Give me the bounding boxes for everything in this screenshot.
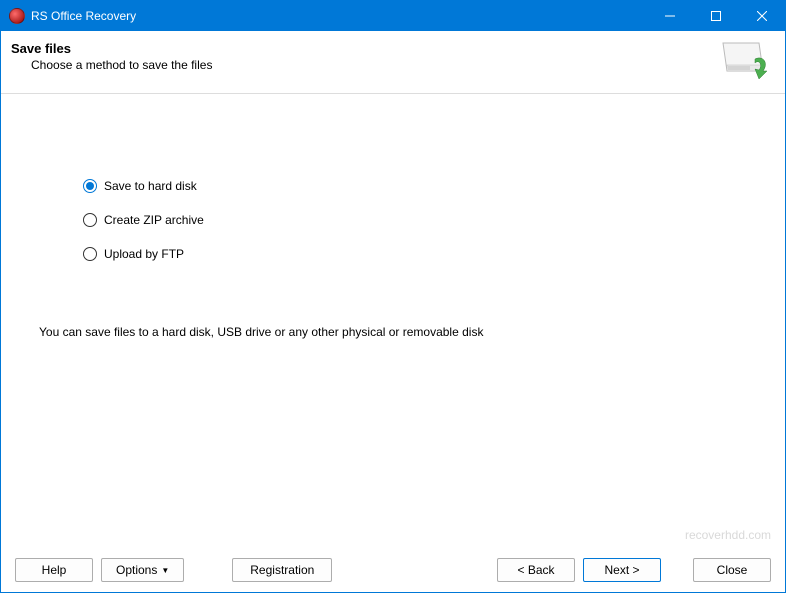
close-icon — [757, 11, 767, 21]
header-disk-icon — [719, 41, 771, 83]
titlebar: RS Office Recovery — [1, 1, 785, 31]
page-title: Save files — [11, 41, 212, 56]
maximize-icon — [711, 11, 721, 21]
watermark-text: recoverhdd.com — [685, 528, 771, 542]
option-label: Create ZIP archive — [104, 213, 204, 227]
dropdown-caret-icon: ▼ — [161, 566, 169, 575]
page-subtitle: Choose a method to save the files — [31, 58, 212, 72]
save-method-options: Save to hard disk Create ZIP archive Upl… — [83, 179, 785, 261]
option-description: You can save files to a hard disk, USB d… — [39, 325, 483, 339]
back-button[interactable]: < Back — [497, 558, 575, 582]
wizard-header-text: Save files Choose a method to save the f… — [11, 41, 212, 72]
button-label: < Back — [517, 563, 554, 577]
button-label: Next > — [604, 563, 639, 577]
option-label: Upload by FTP — [104, 247, 184, 261]
option-save-hard-disk[interactable]: Save to hard disk — [83, 179, 785, 193]
maximize-button[interactable] — [693, 1, 739, 31]
app-icon — [9, 8, 25, 24]
button-label: Registration — [250, 563, 314, 577]
close-window-button[interactable] — [739, 1, 785, 31]
radio-icon — [83, 247, 97, 261]
window-title: RS Office Recovery — [31, 9, 647, 23]
button-label: Close — [717, 563, 748, 577]
wizard-content: Save to hard disk Create ZIP archive Upl… — [1, 94, 785, 548]
button-label: Help — [42, 563, 67, 577]
next-button[interactable]: Next > — [583, 558, 661, 582]
help-button[interactable]: Help — [15, 558, 93, 582]
option-create-zip[interactable]: Create ZIP archive — [83, 213, 785, 227]
wizard-header: Save files Choose a method to save the f… — [1, 31, 785, 94]
options-button[interactable]: Options ▼ — [101, 558, 184, 582]
button-label: Options — [116, 563, 157, 577]
radio-icon — [83, 213, 97, 227]
minimize-button[interactable] — [647, 1, 693, 31]
window-controls — [647, 1, 785, 31]
wizard-footer: Help Options ▼ Registration < Back Next >… — [1, 548, 785, 592]
option-label: Save to hard disk — [104, 179, 197, 193]
minimize-icon — [665, 11, 675, 21]
close-button[interactable]: Close — [693, 558, 771, 582]
registration-button[interactable]: Registration — [232, 558, 332, 582]
option-upload-ftp[interactable]: Upload by FTP — [83, 247, 785, 261]
radio-icon — [83, 179, 97, 193]
